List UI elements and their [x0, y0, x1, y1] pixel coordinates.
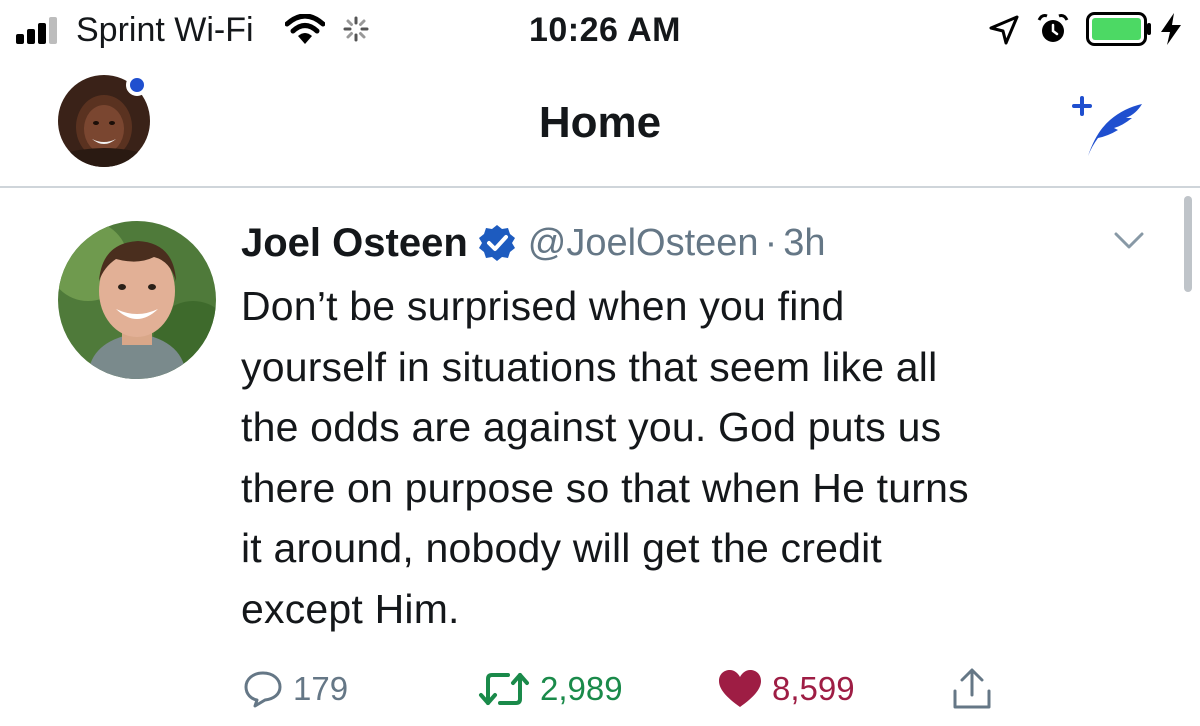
- activity-spinner-icon: [343, 16, 369, 42]
- chevron-down-icon[interactable]: [1112, 228, 1146, 254]
- cellular-signal-icon: [16, 17, 57, 44]
- alarm-clock-icon: [1037, 14, 1069, 42]
- tweet-header: Joel Osteen @JoelOsteen · 3h: [241, 218, 826, 268]
- battery-icon: [1086, 12, 1151, 46]
- scrollbar[interactable]: [1184, 196, 1192, 292]
- tweet[interactable]: Joel Osteen @JoelOsteen · 3h Don’t be su…: [0, 188, 1200, 726]
- heart-icon: [719, 670, 761, 707]
- author-handle[interactable]: @JoelOsteen: [528, 222, 759, 265]
- retweet-icon: [479, 673, 529, 705]
- tweet-text: Don’t be surprised when you find yoursel…: [241, 283, 969, 632]
- retweet-count: 2,989: [540, 670, 623, 707]
- reply-count: 179: [293, 670, 349, 707]
- charging-bolt-icon: [1161, 13, 1181, 45]
- nav-header: Home: [0, 60, 1200, 188]
- author-avatar-image: [58, 221, 216, 379]
- wifi-icon: [285, 14, 325, 44]
- notification-dot: [126, 74, 148, 96]
- location-arrow-icon: [989, 15, 1019, 45]
- header-separator: ·: [764, 221, 778, 264]
- like-button[interactable]: 8,599: [718, 664, 855, 714]
- share-icon: [953, 668, 991, 709]
- tweet-timestamp[interactable]: 3h: [783, 222, 825, 265]
- verified-badge-icon: [478, 225, 515, 261]
- clock-time: 10:26 AM: [528, 11, 682, 49]
- page-title: Home: [538, 98, 662, 147]
- author-name[interactable]: Joel Osteen: [241, 221, 468, 266]
- reply-icon: [244, 671, 282, 708]
- carrier-label: Sprint Wi-Fi: [76, 11, 254, 49]
- status-bar: Sprint Wi-Fi 10:26 AM: [0, 0, 1200, 60]
- tweet-actions: 179 2,989 8,599: [0, 664, 1200, 714]
- reply-button[interactable]: 179: [243, 664, 348, 714]
- share-button[interactable]: [950, 664, 1004, 714]
- retweet-button[interactable]: 2,989: [478, 664, 623, 714]
- author-avatar[interactable]: [58, 221, 216, 379]
- like-count: 8,599: [772, 670, 855, 707]
- compose-tweet-icon[interactable]: [1066, 92, 1148, 158]
